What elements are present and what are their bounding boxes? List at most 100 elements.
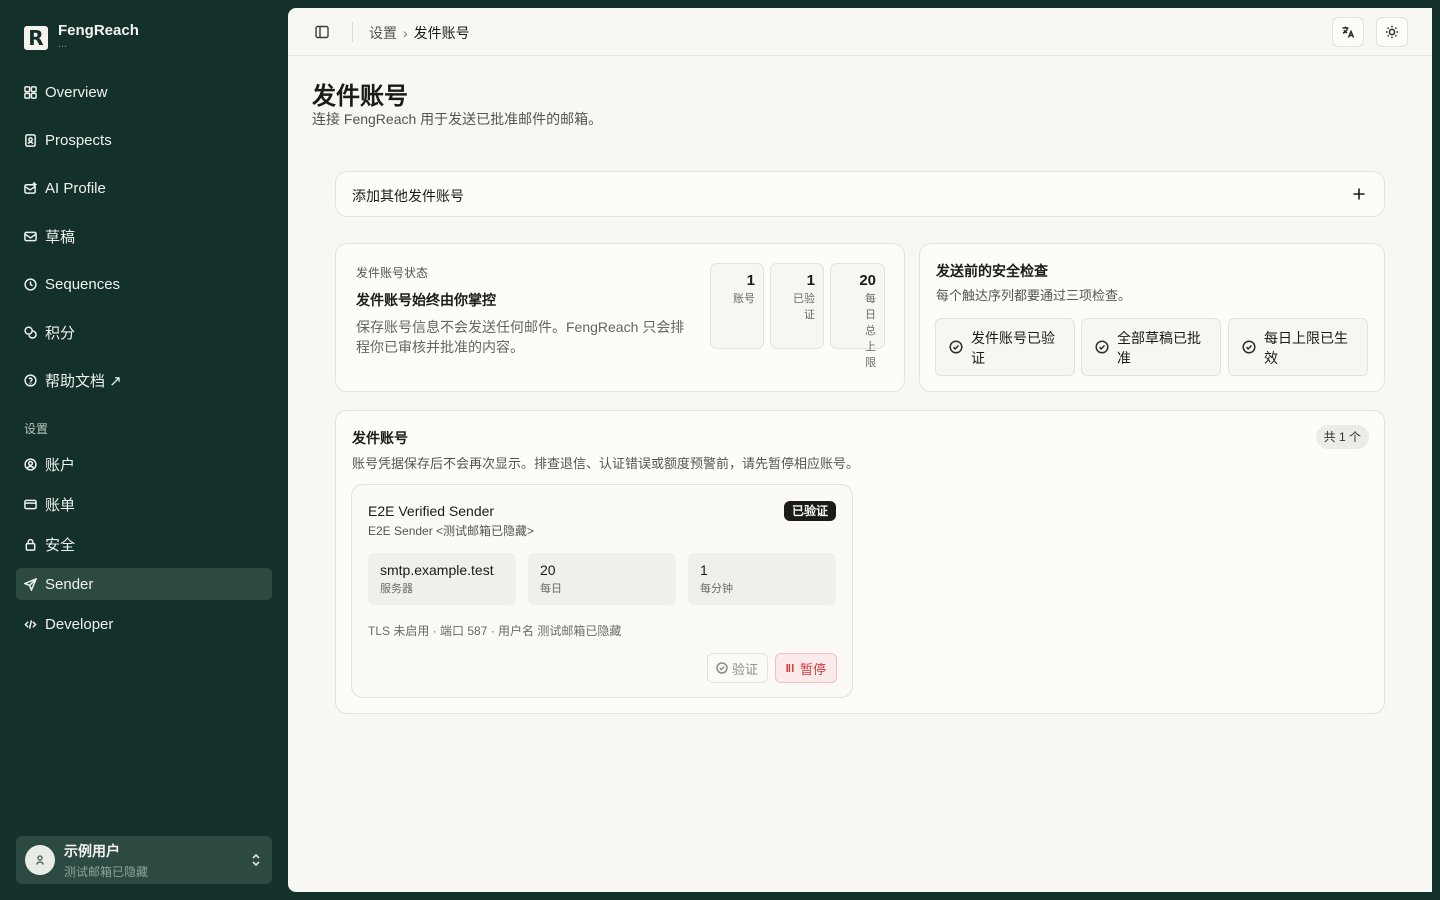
language-button[interactable] bbox=[1332, 17, 1364, 47]
nav-item-credits[interactable]: 积分 bbox=[16, 316, 272, 348]
stat-value: 1 bbox=[806, 272, 815, 289]
pause-icon bbox=[786, 664, 794, 672]
metric-per-minute: 1 每分钟 bbox=[688, 553, 836, 605]
main-nav: Overview Prospects AI Profile 草稿 Sequenc… bbox=[16, 76, 272, 396]
breadcrumb: 设置 › 发件账号 bbox=[369, 23, 470, 43]
pause-label: 暂停 bbox=[800, 661, 827, 677]
user-menu[interactable]: 示例用户 测试邮箱已隐藏 bbox=[16, 836, 272, 884]
clock-icon bbox=[24, 277, 37, 291]
send-icon bbox=[24, 577, 37, 591]
verify-button[interactable]: 验证 bbox=[707, 653, 768, 683]
breadcrumb-current: 发件账号 bbox=[413, 25, 470, 41]
nav-label: 草稿 bbox=[45, 228, 76, 246]
lock-icon bbox=[25, 538, 36, 551]
page-title: 发件账号 bbox=[312, 83, 408, 110]
help-icon bbox=[24, 373, 37, 387]
nav-item-help-docs[interactable]: 帮助文档 ↗ bbox=[16, 364, 272, 396]
stat-verified: 1 已验证 bbox=[770, 263, 824, 349]
sun-icon bbox=[1385, 25, 1399, 39]
stat-value: 1 bbox=[746, 272, 755, 289]
stat-label: 每日总上限 bbox=[865, 293, 876, 369]
credit-card-icon bbox=[24, 499, 37, 509]
plus-icon bbox=[1352, 187, 1366, 201]
theme-toggle-button[interactable] bbox=[1376, 17, 1408, 47]
check-sender-verified: 发件账号已验证 bbox=[935, 318, 1075, 376]
nav-item-ai-profile[interactable]: AI Profile bbox=[16, 172, 272, 204]
count-badge: 共 1 个 bbox=[1315, 425, 1369, 449]
translate-icon bbox=[1342, 26, 1355, 38]
nav-label: 帮助文档 ↗ bbox=[45, 372, 122, 390]
breadcrumb-parent[interactable]: 设置 bbox=[369, 23, 397, 43]
check-label: 每日上限已生效 bbox=[1264, 330, 1348, 366]
metric-label: 服务器 bbox=[380, 583, 413, 595]
stat-accounts: 1 账号 bbox=[710, 263, 764, 349]
safety-title: 发送前的安全检查 bbox=[936, 263, 1048, 279]
check-label: 全部草稿已批准 bbox=[1117, 330, 1201, 366]
nav-item-sequences[interactable]: Sequences bbox=[16, 268, 272, 300]
status-kicker: 发件账号状态 bbox=[356, 266, 429, 280]
check-drafts-approved: 全部草稿已批准 bbox=[1081, 318, 1221, 376]
contacts-icon bbox=[25, 133, 36, 147]
status-headline: 发件账号始终由你掌控 bbox=[356, 292, 496, 308]
metric-value: smtp.example.test bbox=[380, 562, 494, 578]
nav-label: Sender bbox=[45, 575, 94, 593]
divider bbox=[352, 22, 353, 42]
nav-item-overview[interactable]: Overview bbox=[16, 76, 272, 108]
user-email: 测试邮箱已隐藏 bbox=[64, 864, 149, 879]
nav-label: Prospects bbox=[45, 131, 112, 149]
chevron-right-icon: › bbox=[403, 25, 408, 41]
nav-label: 账单 bbox=[45, 496, 76, 514]
sender-account-item: E2E Verified Sender E2E Sender <测试邮箱已隐藏>… bbox=[351, 484, 853, 698]
avatar bbox=[25, 845, 55, 875]
check-circle-icon bbox=[716, 662, 728, 674]
sidebar: R FengReach ... Overview Prospects AI Pr… bbox=[0, 0, 288, 900]
nav-item-sender[interactable]: Sender bbox=[16, 568, 272, 600]
settings-nav: 账户 账单 安全 Sender Developer bbox=[16, 448, 272, 640]
stat-daily-limit: 20 每日总上限 bbox=[830, 263, 885, 369]
user-circle-icon bbox=[24, 457, 37, 471]
nav-item-billing[interactable]: 账单 bbox=[16, 488, 272, 520]
nav-item-developer[interactable]: Developer bbox=[16, 608, 272, 640]
nav-item-prospects[interactable]: Prospects bbox=[16, 124, 272, 156]
nav-label: Sequences bbox=[45, 275, 121, 293]
metric-label: 每日 bbox=[540, 583, 562, 595]
nav-item-security[interactable]: 安全 bbox=[16, 528, 272, 560]
metric-value: 1 bbox=[700, 562, 708, 578]
sender-status-card: 发件账号状态 发件账号始终由你掌控 保存账号信息不会发送任何邮件。FengRea… bbox=[335, 243, 905, 392]
nav-label: 安全 bbox=[45, 536, 76, 554]
status-badge: 已验证 bbox=[783, 501, 836, 521]
user-icon bbox=[35, 855, 45, 865]
verify-label: 验证 bbox=[732, 661, 759, 677]
nav-label: 账户 bbox=[45, 456, 76, 474]
pause-button[interactable]: 暂停 bbox=[775, 653, 837, 683]
main-content: 设置 › 发件账号 发件账号 连接 FengReach 用于发送已批准邮件的邮箱… bbox=[288, 8, 1432, 892]
coins-icon bbox=[24, 325, 37, 339]
check-daily-limit: 每日上限已生效 bbox=[1228, 318, 1368, 376]
grid-icon bbox=[24, 85, 37, 99]
user-name: 示例用户 bbox=[64, 842, 120, 859]
brand[interactable]: R FengReach ... bbox=[24, 20, 139, 50]
ai-profile-icon bbox=[24, 181, 37, 194]
metric-server: smtp.example.test 服务器 bbox=[368, 553, 516, 605]
check-circle-icon bbox=[1242, 340, 1256, 354]
nav-label: Developer bbox=[45, 615, 114, 633]
brand-name: FengReach bbox=[58, 22, 139, 39]
settings-section-label: 设置 bbox=[24, 422, 49, 436]
nav-item-drafts[interactable]: 草稿 bbox=[16, 220, 272, 252]
nav-label: AI Profile bbox=[45, 179, 106, 197]
add-sender-account-button[interactable]: 添加其他发件账号 bbox=[335, 171, 1385, 217]
accounts-subtitle: 账号凭据保存后不会再次显示。排查退信、认证错误或额度预警前，请先暂停相应账号。 bbox=[352, 456, 860, 471]
check-label: 发件账号已验证 bbox=[971, 330, 1055, 366]
stat-label: 账号 bbox=[733, 293, 755, 305]
chevron-up-down-icon bbox=[250, 852, 262, 868]
safety-subtitle: 每个触达序列都要通过三项检查。 bbox=[936, 288, 1132, 303]
sender-from: E2E Sender <测试邮箱已隐藏> bbox=[368, 524, 535, 538]
nav-item-account[interactable]: 账户 bbox=[16, 448, 272, 480]
sender-name: E2E Verified Sender bbox=[368, 503, 495, 519]
check-circle-icon bbox=[1095, 340, 1109, 354]
sidebar-toggle-icon[interactable] bbox=[314, 24, 330, 40]
page-subtitle: 连接 FengReach 用于发送已批准邮件的邮箱。 bbox=[312, 111, 603, 127]
add-sender-label: 添加其他发件账号 bbox=[352, 188, 464, 204]
topbar: 设置 › 发件账号 bbox=[288, 8, 1432, 56]
mail-draft-icon bbox=[24, 231, 37, 241]
